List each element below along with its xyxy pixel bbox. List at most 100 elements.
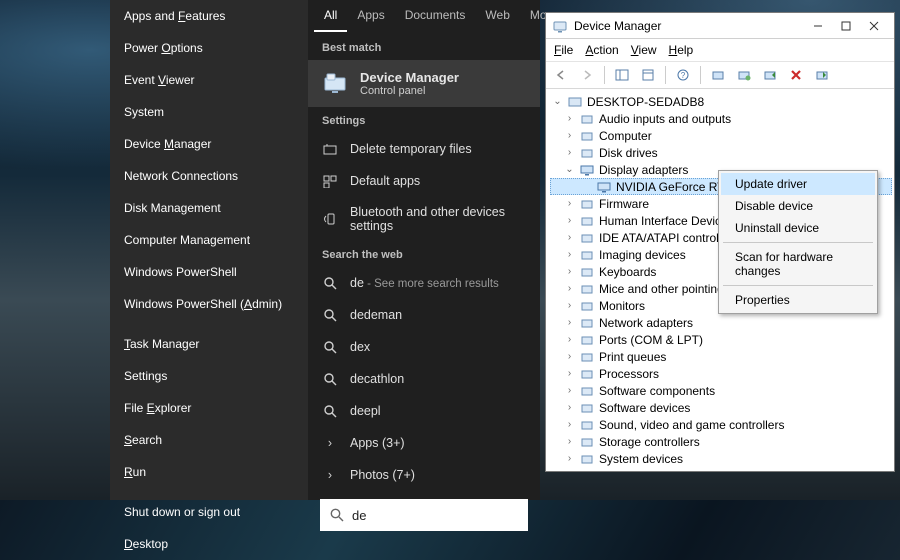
- forward-button[interactable]: [576, 65, 598, 85]
- maximize-button[interactable]: [832, 16, 860, 36]
- properties-button[interactable]: [637, 65, 659, 85]
- expand-icon[interactable]: ›: [564, 334, 575, 345]
- winx-item[interactable]: Search: [110, 424, 308, 456]
- best-match-title: Device Manager: [360, 70, 459, 85]
- tree-category[interactable]: ›Software devices: [550, 399, 892, 416]
- winx-item[interactable]: Power Options: [110, 32, 308, 64]
- tree-category[interactable]: › Disk drives: [550, 144, 892, 161]
- winx-item[interactable]: System: [110, 96, 308, 128]
- expand-icon[interactable]: ›: [564, 130, 575, 141]
- winx-item[interactable]: Shut down or sign out: [110, 496, 308, 528]
- expand-icon[interactable]: ›: [564, 351, 575, 362]
- close-button[interactable]: [860, 16, 888, 36]
- ctx-scan-hardware[interactable]: Scan for hardware changes: [721, 246, 875, 282]
- expand-icon[interactable]: ›: [564, 402, 575, 413]
- menu-view[interactable]: View: [631, 43, 657, 57]
- tree-category[interactable]: ›Computer: [550, 127, 892, 144]
- web-result[interactable]: dedeman: [308, 299, 540, 331]
- tree-category[interactable]: ›Ports (COM & LPT): [550, 331, 892, 348]
- expand-icon[interactable]: ›: [564, 300, 575, 311]
- settings-result[interactable]: Delete temporary files: [308, 133, 540, 165]
- expand-icon[interactable]: ›: [564, 470, 575, 471]
- category-label: Disk drives: [599, 146, 658, 160]
- expand-icon[interactable]: ›: [564, 147, 575, 158]
- minimize-button[interactable]: [804, 16, 832, 36]
- ctx-disable-device[interactable]: Disable device: [721, 195, 875, 217]
- tab-web[interactable]: Web: [475, 0, 519, 32]
- photos-more-row[interactable]: › Photos (7+): [308, 459, 540, 491]
- show-hide-tree-button[interactable]: [611, 65, 633, 85]
- tree-category[interactable]: ›Storage controllers: [550, 433, 892, 450]
- tree-category[interactable]: ›Network adapters: [550, 314, 892, 331]
- search-icon: [322, 339, 338, 355]
- uninstall-device-button[interactable]: [785, 65, 807, 85]
- expand-icon[interactable]: ›: [564, 385, 575, 396]
- scan-hardware-button[interactable]: [707, 65, 729, 85]
- expand-icon[interactable]: ›: [564, 232, 575, 243]
- expand-icon[interactable]: ›: [564, 368, 575, 379]
- ctx-properties[interactable]: Properties: [721, 289, 875, 311]
- tree-category[interactable]: ›Software components: [550, 382, 892, 399]
- search-icon: [322, 371, 338, 387]
- disable-device-button[interactable]: [811, 65, 833, 85]
- tree-category[interactable]: ›System devices: [550, 450, 892, 467]
- winx-item[interactable]: Apps and Features: [110, 0, 308, 32]
- tab-documents[interactable]: Documents: [395, 0, 476, 32]
- menu-action[interactable]: Action: [585, 43, 618, 57]
- expand-icon[interactable]: ›: [564, 198, 575, 209]
- expand-icon[interactable]: ›: [564, 266, 575, 277]
- ctx-update-driver[interactable]: Update driver: [721, 173, 875, 195]
- best-match-result[interactable]: Device Manager Control panel: [308, 60, 540, 107]
- tree-root[interactable]: ⌄ DESKTOP-SEDADB8: [550, 93, 892, 110]
- device-manager-icon: [552, 18, 568, 34]
- winx-item[interactable]: Task Manager: [110, 328, 308, 360]
- expand-icon[interactable]: ›: [564, 436, 575, 447]
- device-manager-icon: [322, 71, 348, 97]
- winx-item[interactable]: Settings: [110, 360, 308, 392]
- expand-icon[interactable]: ›: [564, 419, 575, 430]
- winx-item[interactable]: File Explorer: [110, 392, 308, 424]
- winx-item[interactable]: Computer Management: [110, 224, 308, 256]
- winx-item[interactable]: Windows PowerShell: [110, 256, 308, 288]
- winx-item[interactable]: Network Connections: [110, 160, 308, 192]
- expand-icon[interactable]: ›: [564, 317, 575, 328]
- enable-device-button[interactable]: [759, 65, 781, 85]
- window-titlebar[interactable]: Device Manager: [546, 13, 894, 39]
- web-result[interactable]: deepl: [308, 395, 540, 427]
- update-driver-button[interactable]: [733, 65, 755, 85]
- tree-category[interactable]: ›Audio inputs and outputs: [550, 110, 892, 127]
- tree-category[interactable]: ›Print queues: [550, 348, 892, 365]
- menu-help[interactable]: Help: [669, 43, 694, 57]
- settings-result[interactable]: Default apps: [308, 165, 540, 197]
- expand-icon[interactable]: ›: [564, 249, 575, 260]
- expand-icon[interactable]: ›: [564, 215, 575, 226]
- winx-item[interactable]: Disk Management: [110, 192, 308, 224]
- chevron-right-icon: ›: [322, 467, 338, 483]
- back-button[interactable]: [550, 65, 572, 85]
- tab-all[interactable]: All: [314, 0, 347, 32]
- winx-item[interactable]: Desktop: [110, 528, 308, 560]
- winx-item[interactable]: Event Viewer: [110, 64, 308, 96]
- tree-category[interactable]: ›Processors: [550, 365, 892, 382]
- collapse-icon[interactable]: ⌄: [552, 96, 563, 107]
- web-result-primary[interactable]: de - See more search results: [308, 267, 540, 299]
- tree-category[interactable]: ›Universal Serial Bus controllers: [550, 467, 892, 471]
- apps-more-row[interactable]: › Apps (3+): [308, 427, 540, 459]
- collapse-icon[interactable]: ⌄: [564, 164, 575, 175]
- expand-icon[interactable]: ›: [564, 113, 575, 124]
- winx-item[interactable]: Run: [110, 456, 308, 488]
- menu-file[interactable]: File: [554, 43, 573, 57]
- tree-category[interactable]: ›Sound, video and game controllers: [550, 416, 892, 433]
- web-result[interactable]: dex: [308, 331, 540, 363]
- web-result[interactable]: decathlon: [308, 363, 540, 395]
- winx-item[interactable]: Device Manager: [110, 128, 308, 160]
- winx-item[interactable]: Windows PowerShell (Admin): [110, 288, 308, 320]
- search-input[interactable]: [352, 508, 528, 523]
- settings-result[interactable]: Bluetooth and other devices settings: [308, 197, 540, 241]
- tab-apps[interactable]: Apps: [347, 0, 394, 32]
- expand-icon[interactable]: ›: [564, 283, 575, 294]
- help-button[interactable]: ?: [672, 65, 694, 85]
- expand-icon[interactable]: ›: [564, 453, 575, 464]
- ctx-uninstall-device[interactable]: Uninstall device: [721, 217, 875, 239]
- search-box[interactable]: [320, 499, 528, 531]
